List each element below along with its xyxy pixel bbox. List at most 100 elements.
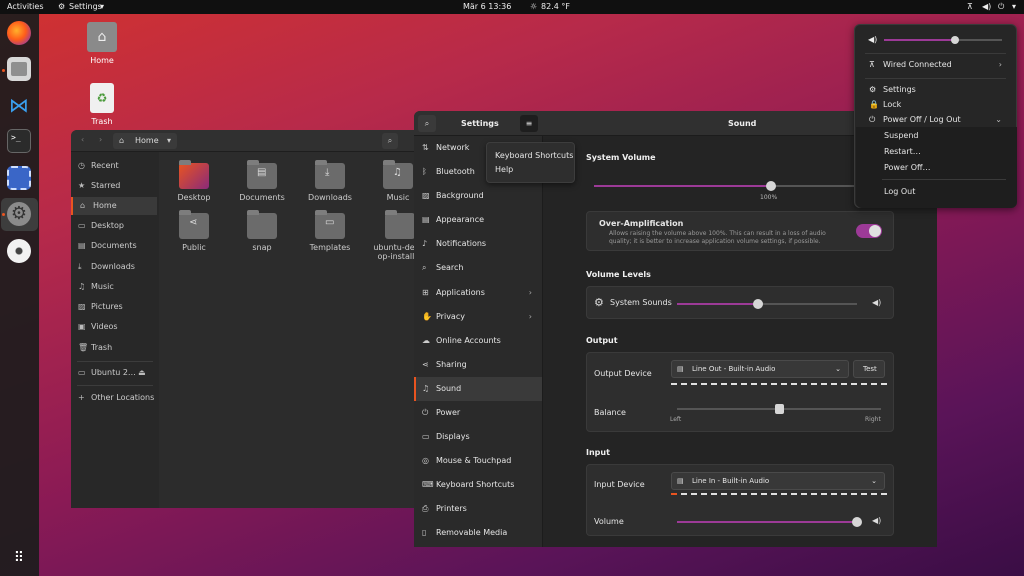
- folder-ubuntu-desktop-installer[interactable]: ubuntu-desktop-installer: [372, 210, 419, 261]
- over-amplification-desc-1: Allows raising the volume above 100%. Th…: [609, 230, 826, 237]
- nav-item-mouse-touchpad[interactable]: ◎ Mouse & Touchpad: [414, 449, 542, 473]
- network-icon: ⊼: [869, 60, 875, 69]
- back-arrow-icon[interactable]: ‹: [81, 135, 84, 144]
- network-icon[interactable]: ⊼: [967, 2, 973, 11]
- slider-knob[interactable]: [951, 36, 959, 44]
- share-icon: ⋖: [422, 360, 429, 369]
- menu-item-restart[interactable]: Restart…: [856, 145, 1017, 159]
- slider-knob[interactable]: [753, 299, 763, 309]
- path-bar[interactable]: ⌂ Home ▾: [113, 133, 177, 149]
- menu-item-help[interactable]: Help: [495, 165, 513, 174]
- vscode-icon[interactable]: ⋈: [7, 93, 31, 117]
- nav-item-power[interactable]: ⏻ Power: [414, 401, 542, 425]
- nav-item-online-accounts[interactable]: ☁ Online Accounts: [414, 329, 542, 353]
- disc-icon[interactable]: [7, 239, 31, 263]
- sidebar-item-trash[interactable]: 🗑 Trash: [71, 339, 157, 357]
- path-home[interactable]: Home: [135, 136, 159, 145]
- output-device-combo[interactable]: ▤ Line Out - Built-in Audio ⌄: [671, 360, 849, 378]
- folder-templates[interactable]: ▭ Templates: [300, 210, 360, 252]
- nav-item-applications[interactable]: ⊞ Applications ›: [414, 281, 542, 305]
- sidebar-item-recent[interactable]: ◷ Recent: [71, 157, 157, 175]
- search-icon[interactable]: ⌕: [382, 133, 398, 149]
- menu-item-power-off-log-out[interactable]: ⏻ Power Off / Log Out ⌄: [855, 113, 1016, 127]
- menu-item-log-out[interactable]: Log Out: [856, 185, 1017, 199]
- nav-item-printers[interactable]: ⎙ Printers: [414, 497, 542, 521]
- settings-gear-icon[interactable]: ⚙: [7, 202, 31, 226]
- forward-arrow-icon[interactable]: ›: [99, 135, 102, 144]
- terminal-icon[interactable]: >_: [7, 129, 31, 153]
- nav-item-privacy[interactable]: ✋ Privacy ›: [414, 305, 542, 329]
- weather-label[interactable]: 82.4 °F: [541, 2, 570, 11]
- top-bar: Activities ⚙ Settings ▾ Mär 6 13:36 ☼ 82…: [0, 0, 1024, 14]
- power-icon[interactable]: ⏻: [998, 2, 1004, 12]
- sidebar-item-other-locations[interactable]: + Other Locations: [71, 389, 157, 407]
- menu-item-power-off[interactable]: Power Off…: [856, 161, 1017, 175]
- input-volume-slider[interactable]: [677, 517, 862, 527]
- search-icon[interactable]: ⌕: [418, 115, 436, 132]
- chevron-down-icon[interactable]: ▾: [167, 136, 171, 145]
- activities-button[interactable]: Activities: [7, 2, 44, 11]
- nav-item-notifications[interactable]: ♪ Notifications: [414, 232, 542, 256]
- slider-knob[interactable]: [766, 181, 776, 191]
- system-menu-volume-slider[interactable]: [884, 36, 1002, 44]
- folder-desktop[interactable]: Desktop: [164, 160, 224, 202]
- nav-item-sound[interactable]: ♫ Sound: [414, 377, 542, 401]
- nav-item-displays[interactable]: ▭ Displays: [414, 425, 542, 449]
- app-menu-gear-icon[interactable]: ⚙: [58, 2, 65, 11]
- sidebar-item-home[interactable]: ⌂ Home: [71, 197, 157, 215]
- test-button[interactable]: Test: [853, 360, 885, 378]
- menu-item-suspend[interactable]: Suspend: [856, 129, 1017, 143]
- eject-icon[interactable]: ⏏: [138, 364, 146, 382]
- hamburger-menu-icon[interactable]: ≡: [520, 115, 538, 132]
- sidebar-item-desktop[interactable]: ▭ Desktop: [71, 217, 157, 235]
- slider-knob[interactable]: [852, 517, 862, 527]
- chevron-down-icon[interactable]: ▾: [1012, 2, 1016, 11]
- over-amplification-toggle[interactable]: [856, 224, 882, 238]
- output-device-focus-underline: [671, 383, 887, 385]
- clock[interactable]: Mär 6 13:36: [463, 2, 511, 11]
- files-icon[interactable]: [7, 57, 31, 81]
- sidebar-item-pictures[interactable]: ▨ Pictures: [71, 298, 157, 316]
- nav-item-removable-media[interactable]: ▯ Removable Media: [414, 521, 542, 545]
- desktop-folder-icon: [179, 160, 209, 189]
- chevron-down-icon[interactable]: ▾: [100, 2, 104, 11]
- menu-item-settings[interactable]: ⚙ Settings: [855, 83, 1016, 97]
- desktop-home[interactable]: ⌂ Home: [72, 22, 132, 65]
- menu-item-keyboard-shortcuts[interactable]: Keyboard Shortcuts: [495, 151, 573, 160]
- menu-item-wired[interactable]: ⊼ Wired Connected ›: [855, 58, 1016, 72]
- nav-item-background[interactable]: ▨ Background: [414, 184, 542, 208]
- sidebar-item-downloads[interactable]: ⤓ Downloads: [71, 258, 157, 276]
- slider-knob[interactable]: [774, 404, 784, 414]
- nav-item-sharing[interactable]: ⋖ Sharing: [414, 353, 542, 377]
- sidebar-item-videos[interactable]: ▣ Videos: [71, 318, 157, 336]
- speaker-icon[interactable]: ◀): [872, 298, 881, 307]
- menu-item-lock[interactable]: 🔒 Lock: [855, 98, 1016, 112]
- nav-item-search[interactable]: ⌕ Search: [414, 256, 542, 280]
- balance-slider[interactable]: [677, 404, 881, 414]
- search-icon: ⌕: [422, 263, 427, 272]
- folder-music[interactable]: ♫ Music: [368, 160, 419, 202]
- screenshot-icon[interactable]: [7, 166, 31, 190]
- app-menu-button[interactable]: Settings: [69, 2, 102, 11]
- audio-card-icon: ▤: [677, 477, 684, 485]
- folder-public[interactable]: ⋖ Public: [164, 210, 224, 252]
- input-device-combo[interactable]: ▤ Line In - Built-in Audio ⌄: [671, 472, 885, 490]
- firefox-icon[interactable]: [7, 21, 31, 45]
- sidebar-item-starred[interactable]: ★ Starred: [71, 177, 157, 195]
- system-sounds-slider[interactable]: [677, 299, 857, 309]
- sidebar-item-ubuntu-drive[interactable]: ▭ Ubuntu 2… ⏏: [71, 364, 157, 382]
- speaker-icon[interactable]: ◀): [872, 516, 881, 525]
- sidebar-item-documents[interactable]: ▤ Documents: [71, 237, 157, 255]
- system-volume-slider[interactable]: [594, 181, 854, 191]
- desktop-home-label: Home: [90, 56, 114, 65]
- trash-icon: ♻: [90, 83, 114, 113]
- sidebar-item-music[interactable]: ♫ Music: [71, 278, 157, 296]
- folder-downloads[interactable]: ⤓ Downloads: [300, 160, 360, 202]
- nav-item-keyboard-shortcuts[interactable]: ⌨ Keyboard Shortcuts: [414, 473, 542, 497]
- volume-icon[interactable]: ◀): [982, 2, 991, 11]
- folder-snap[interactable]: snap: [232, 210, 292, 252]
- desktop-trash[interactable]: ♻ Trash: [72, 83, 132, 126]
- nav-item-appearance[interactable]: ▤ Appearance: [414, 208, 542, 232]
- app-grid-icon[interactable]: ⠿: [10, 549, 28, 567]
- folder-documents[interactable]: ▤ Documents: [232, 160, 292, 202]
